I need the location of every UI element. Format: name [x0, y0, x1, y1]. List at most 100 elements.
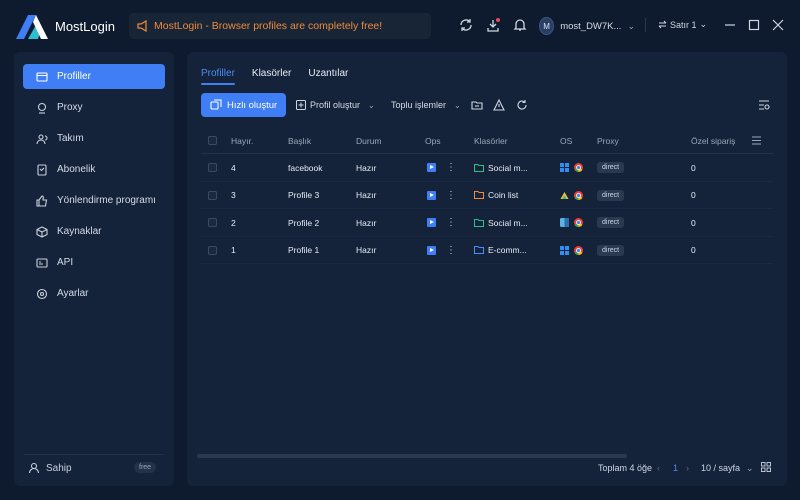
header-no[interactable]: Hayır. — [231, 127, 253, 154]
row-custom-order[interactable]: 0 — [691, 237, 696, 264]
sync-icon[interactable] — [459, 18, 473, 32]
row-custom-order[interactable]: 0 — [691, 154, 696, 181]
api-icon — [36, 257, 48, 268]
horizontal-scrollbar[interactable] — [197, 454, 627, 458]
row-checkbox[interactable] — [208, 218, 217, 227]
row-custom-order[interactable]: 0 — [691, 182, 696, 209]
table-row[interactable]: 4 facebook Hazır ⋮ Social m... direct 0 — [201, 154, 773, 182]
minimize-icon[interactable] — [724, 19, 736, 31]
header-title[interactable]: Başlık — [288, 127, 311, 154]
maximize-icon[interactable] — [748, 19, 760, 31]
launch-icon[interactable] — [427, 190, 436, 200]
move-to-folder-icon[interactable] — [471, 99, 483, 111]
owner-label: Sahip — [46, 462, 72, 474]
promo-notice[interactable]: MostLogin - Browser profiles are complet… — [129, 13, 431, 39]
header-status[interactable]: Durum — [356, 127, 382, 154]
row-title[interactable]: Profile 2 — [288, 209, 319, 236]
more-icon[interactable]: ⋮ — [446, 245, 456, 256]
team-icon — [36, 133, 48, 144]
launch-icon[interactable] — [427, 163, 436, 172]
sidebar-item-settings[interactable]: Ayarlar — [23, 281, 165, 306]
chrome-icon — [574, 190, 583, 200]
tab-extensions[interactable]: Uzantılar — [308, 68, 348, 79]
refresh-icon[interactable] — [516, 99, 528, 111]
chrome-icon — [574, 245, 583, 255]
sidebar-item-api[interactable]: API — [23, 250, 165, 275]
tab-folders[interactable]: Klasörler — [252, 68, 291, 79]
sidebar-item-profiles[interactable]: Profiller — [23, 64, 165, 89]
promo-notice-text: MostLogin - Browser profiles are complet… — [154, 20, 383, 32]
thumbs-up-icon — [36, 194, 48, 207]
prev-page-button[interactable]: ‹ — [657, 461, 660, 475]
header-custom-order[interactable]: Özel sipariş — [691, 127, 735, 154]
row-title[interactable]: Profile 3 — [288, 182, 319, 209]
macos-icon — [560, 218, 569, 227]
sidebar-item-label: Proxy — [57, 102, 83, 113]
row-status: Hazır — [356, 162, 377, 173]
header-proxy[interactable]: Proxy — [597, 127, 619, 154]
download-icon[interactable] — [486, 18, 500, 32]
current-page[interactable]: 1 — [673, 461, 678, 475]
user-menu[interactable]: M most_DW7K... ⌄ — [539, 14, 635, 38]
header-os[interactable]: OS — [560, 127, 572, 154]
subscription-icon — [37, 163, 47, 176]
active-tab-indicator — [201, 83, 235, 85]
bulk-operations-label: Toplu işlemler — [391, 100, 447, 110]
row-checkbox[interactable] — [208, 245, 217, 255]
row-folder[interactable]: Social m... — [474, 209, 528, 236]
row-folder[interactable]: Social m... — [474, 154, 528, 181]
launch-icon[interactable] — [427, 218, 436, 227]
chevron-down-icon: ⌄ — [699, 19, 708, 29]
folder-icon — [474, 163, 484, 172]
quick-create-label: Hızlı oluştur — [227, 99, 278, 111]
create-profile-button[interactable]: Profil oluştur ⌄ — [296, 93, 375, 117]
row-folder[interactable]: Coin list — [474, 182, 518, 209]
more-icon[interactable]: ⋮ — [446, 217, 456, 228]
more-icon[interactable]: ⋮ — [446, 190, 456, 201]
row-folder[interactable]: E-comm... — [474, 237, 527, 264]
grid-view-icon[interactable] — [761, 462, 771, 472]
row-proxy: direct — [597, 154, 625, 181]
row-title[interactable]: Profile 1 — [288, 237, 319, 264]
bulk-operations-button[interactable]: Toplu işlemler ⌄ — [391, 93, 461, 117]
header-folders[interactable]: Klasörler — [474, 127, 508, 154]
sidebar-item-proxy[interactable]: Proxy — [23, 95, 165, 120]
launch-icon[interactable] — [427, 245, 436, 255]
language-selector[interactable]: Satır 1 ⌄ — [658, 19, 707, 30]
language-label: Satır 1 — [670, 19, 697, 30]
folder-icon — [474, 191, 484, 199]
user-icon — [28, 462, 40, 474]
row-number: 3 — [231, 190, 236, 200]
divider — [645, 18, 646, 32]
sidebar-item-resources[interactable]: Kaynaklar — [23, 219, 165, 244]
sidebar-item-label: Yönlendirme programı — [57, 195, 156, 206]
column-menu-icon[interactable] — [751, 135, 762, 146]
chevron-down-icon: ⌄ — [746, 462, 754, 473]
sidebar-item-team[interactable]: Takım — [23, 126, 165, 151]
table-row[interactable]: 2 Profile 2 Hazır ⋮ Social m... direct 0 — [201, 209, 773, 237]
row-custom-order[interactable]: 0 — [691, 209, 696, 236]
row-os — [560, 154, 583, 181]
more-icon[interactable]: ⋮ — [446, 162, 456, 173]
row-status: Hazır — [356, 245, 377, 255]
sidebar-item-subscription[interactable]: Abonelik — [23, 157, 165, 182]
close-icon[interactable] — [772, 19, 784, 31]
megaphone-icon — [137, 20, 147, 32]
sidebar-item-label: Profiller — [57, 71, 91, 82]
page-size-select[interactable]: 10 / sayfa ⌄ — [701, 461, 754, 475]
select-all-checkbox[interactable] — [208, 136, 217, 145]
warning-icon[interactable] — [493, 99, 505, 111]
row-title[interactable]: facebook — [288, 154, 323, 181]
row-proxy: direct — [597, 182, 625, 209]
table-row[interactable]: 3 Profile 3 Hazır ⋮ Coin list direct 0 — [201, 182, 773, 209]
column-settings-icon[interactable] — [758, 99, 770, 111]
bell-icon[interactable] — [513, 18, 527, 32]
tab-profiles[interactable]: Profiller — [201, 68, 235, 79]
sidebar-item-referral[interactable]: Yönlendirme programı — [23, 188, 165, 213]
quick-create-button[interactable]: Hızlı oluştur — [201, 93, 286, 117]
table-row[interactable]: 1 Profile 1 Hazır ⋮ E-comm... direct 0 — [201, 237, 773, 264]
row-number: 2 — [231, 217, 236, 228]
next-page-button[interactable]: › — [686, 461, 689, 475]
row-checkbox[interactable] — [208, 190, 217, 200]
row-checkbox[interactable] — [208, 163, 217, 172]
